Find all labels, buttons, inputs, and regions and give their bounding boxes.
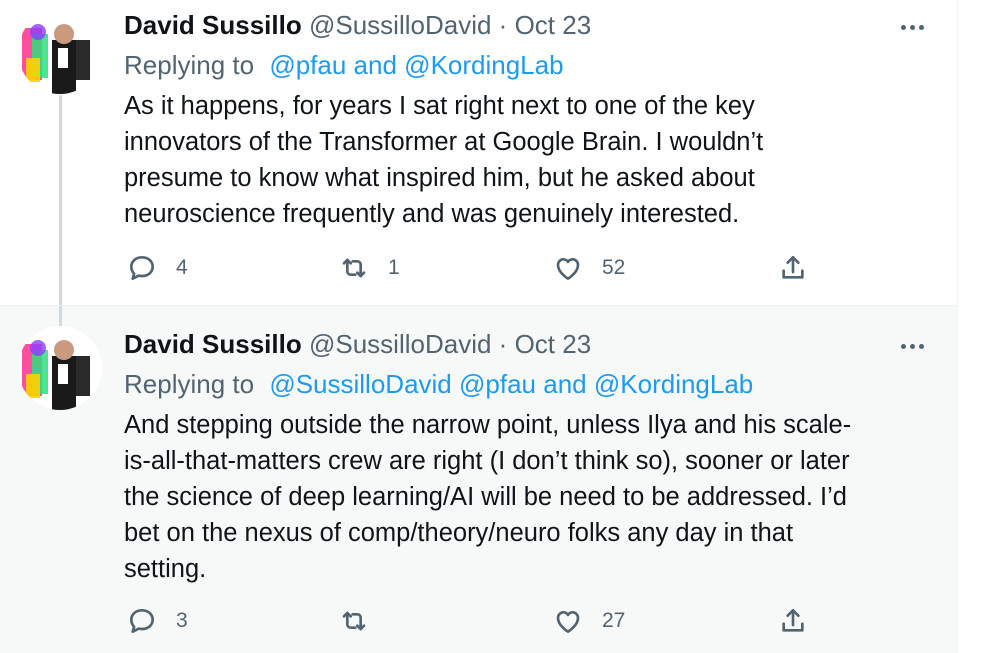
thread-connector-line (59, 306, 62, 326)
share-button[interactable] (777, 252, 809, 284)
tweet-header: David Sussillo @SussilloDavid · Oct 23 (124, 329, 591, 360)
retweet-count: 1 (388, 256, 400, 279)
tweet-date[interactable]: Oct 23 (515, 10, 592, 40)
tweet-text-line: presume to know what inspired him, but h… (124, 164, 755, 192)
separator-dot: · (498, 329, 508, 359)
right-gutter (958, 0, 1008, 653)
share-icon (782, 255, 804, 279)
author-handle[interactable]: @SussilloDavid (309, 329, 491, 359)
replying-prefix: Replying to (124, 50, 255, 80)
avatar-image (18, 326, 102, 410)
tweet-text-line: neuroscience frequently and was genuinel… (124, 200, 740, 228)
share-button[interactable] (777, 605, 809, 637)
tweet-actions: 4 1 52 (0, 250, 957, 290)
tweet-text: As it happens, for years I sat right nex… (124, 88, 924, 232)
like-button[interactable]: 27 (552, 605, 625, 637)
mention-and[interactable]: and (543, 369, 586, 399)
tweet-text-line: As it happens, for years I sat right nex… (124, 92, 755, 120)
replying-to: Replying to @SussilloDavid @pfau and @Ko… (124, 369, 753, 400)
tweet-2[interactable]: David Sussillo @SussilloDavid · Oct 23 R… (0, 305, 957, 653)
more-icon[interactable] (894, 17, 930, 37)
mention-and[interactable]: and (354, 50, 397, 80)
share-icon (782, 609, 804, 632)
avatar-image (18, 10, 102, 94)
tweet-header: David Sussillo @SussilloDavid · Oct 23 (124, 10, 591, 41)
retweet-icon (342, 258, 366, 278)
like-button[interactable]: 52 (552, 252, 625, 284)
separator-dot: · (498, 10, 508, 40)
tweet-text-line: setting. (124, 555, 207, 583)
reply-icon (130, 255, 154, 280)
like-count: 27 (602, 609, 626, 632)
tweet-actions: 3 27 (0, 603, 957, 643)
author-handle[interactable]: @SussilloDavid (309, 10, 491, 40)
tweet-text: And stepping outside the narrow point, u… (124, 407, 924, 587)
retweet-icon (342, 611, 366, 631)
like-icon (556, 258, 580, 280)
like-icon (556, 611, 580, 633)
tweet-text-line: bet on the nexus of comp/theory/neuro fo… (124, 519, 794, 547)
more-icon[interactable] (894, 336, 930, 356)
author-name[interactable]: David Sussillo (124, 10, 302, 40)
tweet-text-line: innovators of the Transformer at Google … (124, 128, 764, 156)
reply-icon (130, 609, 154, 633)
avatar[interactable] (18, 10, 102, 94)
reply-count: 3 (176, 609, 188, 632)
like-count: 52 (602, 256, 626, 279)
replying-to: Replying to @pfau and @KordingLab (124, 50, 564, 81)
tweet-text-line: is-all-that-matters crew are right (I do… (124, 447, 850, 475)
replying-prefix: Replying to (124, 369, 255, 399)
mention-pfau[interactable]: @pfau (269, 50, 346, 80)
retweet-button[interactable]: 1 (338, 252, 400, 284)
author-name[interactable]: David Sussillo (124, 329, 302, 359)
retweet-button[interactable] (338, 605, 388, 637)
reply-count: 4 (176, 256, 188, 279)
reply-button[interactable]: 4 (126, 252, 188, 284)
mention-kordinglab[interactable]: @KordingLab (594, 369, 753, 399)
tweet-text-line: And stepping outside the narrow point, u… (124, 411, 852, 439)
mention-pfau[interactable]: @pfau (459, 369, 536, 399)
reply-button[interactable]: 3 (126, 605, 188, 637)
mention-kordinglab[interactable]: @KordingLab (404, 50, 563, 80)
avatar[interactable] (18, 326, 102, 410)
tweet-1[interactable]: David Sussillo @SussilloDavid · Oct 23 R… (0, 0, 957, 305)
tweet-date[interactable]: Oct 23 (515, 329, 592, 359)
mention-sussillodavid[interactable]: @SussilloDavid (269, 369, 451, 399)
tweet-text-line: the science of deep learning/AI will be … (124, 483, 847, 511)
